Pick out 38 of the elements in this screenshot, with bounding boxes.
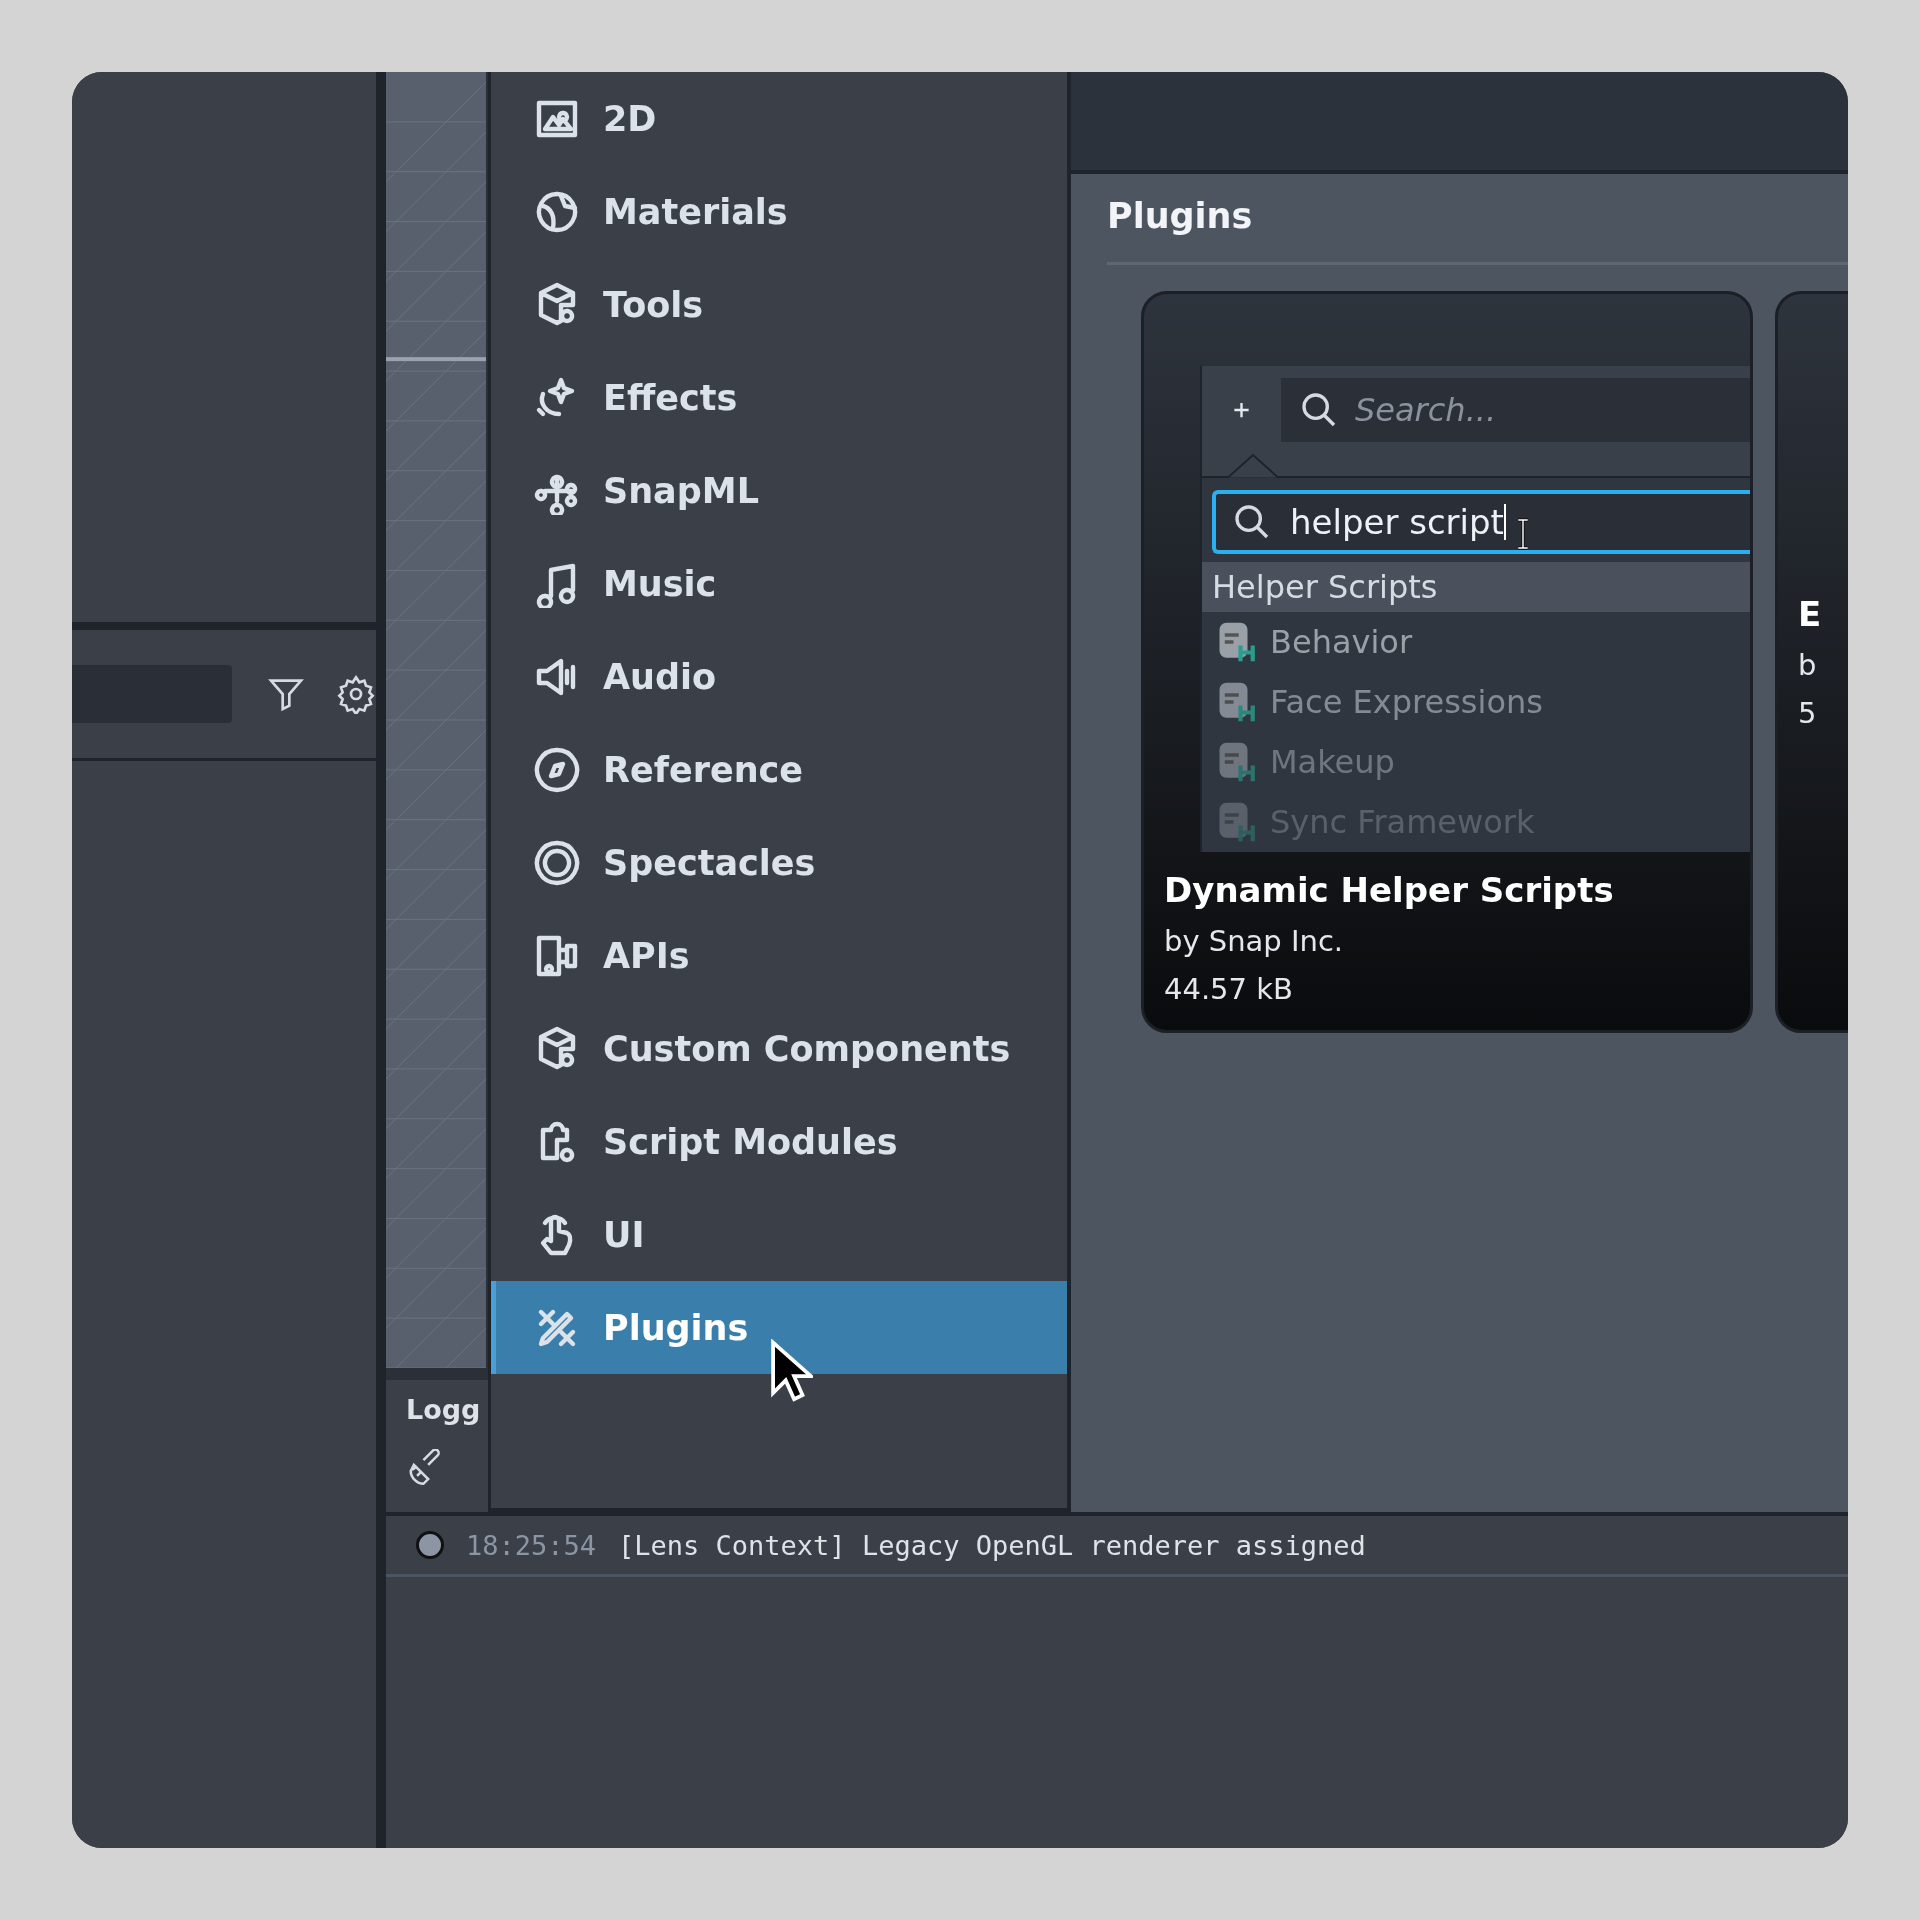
menu-item[interactable]: 2D: [491, 72, 1067, 165]
list-item: Behavior: [1270, 623, 1413, 661]
menu-item[interactable]: Tools: [491, 258, 1067, 351]
menu-item[interactable]: Music: [491, 537, 1067, 630]
menu-item[interactable]: Reference: [491, 723, 1067, 816]
group-header: Helper Scripts: [1202, 562, 1750, 612]
compass-icon: [533, 745, 581, 794]
search-field: helper script: [1212, 490, 1750, 554]
card-title: Dynamic Helper Scripts: [1164, 870, 1615, 910]
panel-title[interactable]: Logg: [406, 1394, 490, 1425]
menu-item[interactable]: Script Modules: [491, 1095, 1067, 1188]
card-author: by Snap Inc.: [1164, 924, 1345, 958]
status-dot: [416, 1531, 444, 1559]
lens-icon: [533, 838, 581, 887]
menu-item[interactable]: Materials: [491, 165, 1067, 258]
card-title: E: [1798, 594, 1823, 634]
menu-item[interactable]: Audio: [491, 630, 1067, 723]
menu-item[interactable]: UI: [491, 1188, 1067, 1281]
menu-item[interactable]: Custom Components: [491, 1002, 1067, 1095]
list-item: Face Expressions: [1270, 683, 1543, 721]
pointer-cursor-icon: [771, 1339, 813, 1405]
popover-arrow-icon: [1228, 452, 1278, 478]
file-size: 5: [1798, 696, 1818, 730]
plugin-card[interactable]: E b 5: [1775, 291, 1848, 1033]
section-title: Plugins: [1107, 196, 1848, 265]
settings-icon[interactable]: [336, 674, 376, 714]
menu-item[interactable]: Effects: [491, 351, 1067, 444]
menu-item[interactable]: SnapML: [491, 444, 1067, 537]
text-cursor-icon: [1515, 516, 1530, 552]
search-field[interactable]: [72, 665, 232, 723]
search-field[interactable]: Search...: [1281, 378, 1750, 442]
file-size: 44.57 kB: [1164, 972, 1294, 1006]
log-time: 18:25:54: [466, 1529, 597, 1561]
card-author: b: [1798, 648, 1818, 682]
list-item: Makeup: [1270, 743, 1395, 781]
menu-item[interactable]: APIs: [491, 909, 1067, 1002]
log-message: [Lens Context] Legacy OpenGL renderer assigned: [618, 1529, 1366, 1561]
menu-item[interactable]: Spectacles: [491, 816, 1067, 909]
